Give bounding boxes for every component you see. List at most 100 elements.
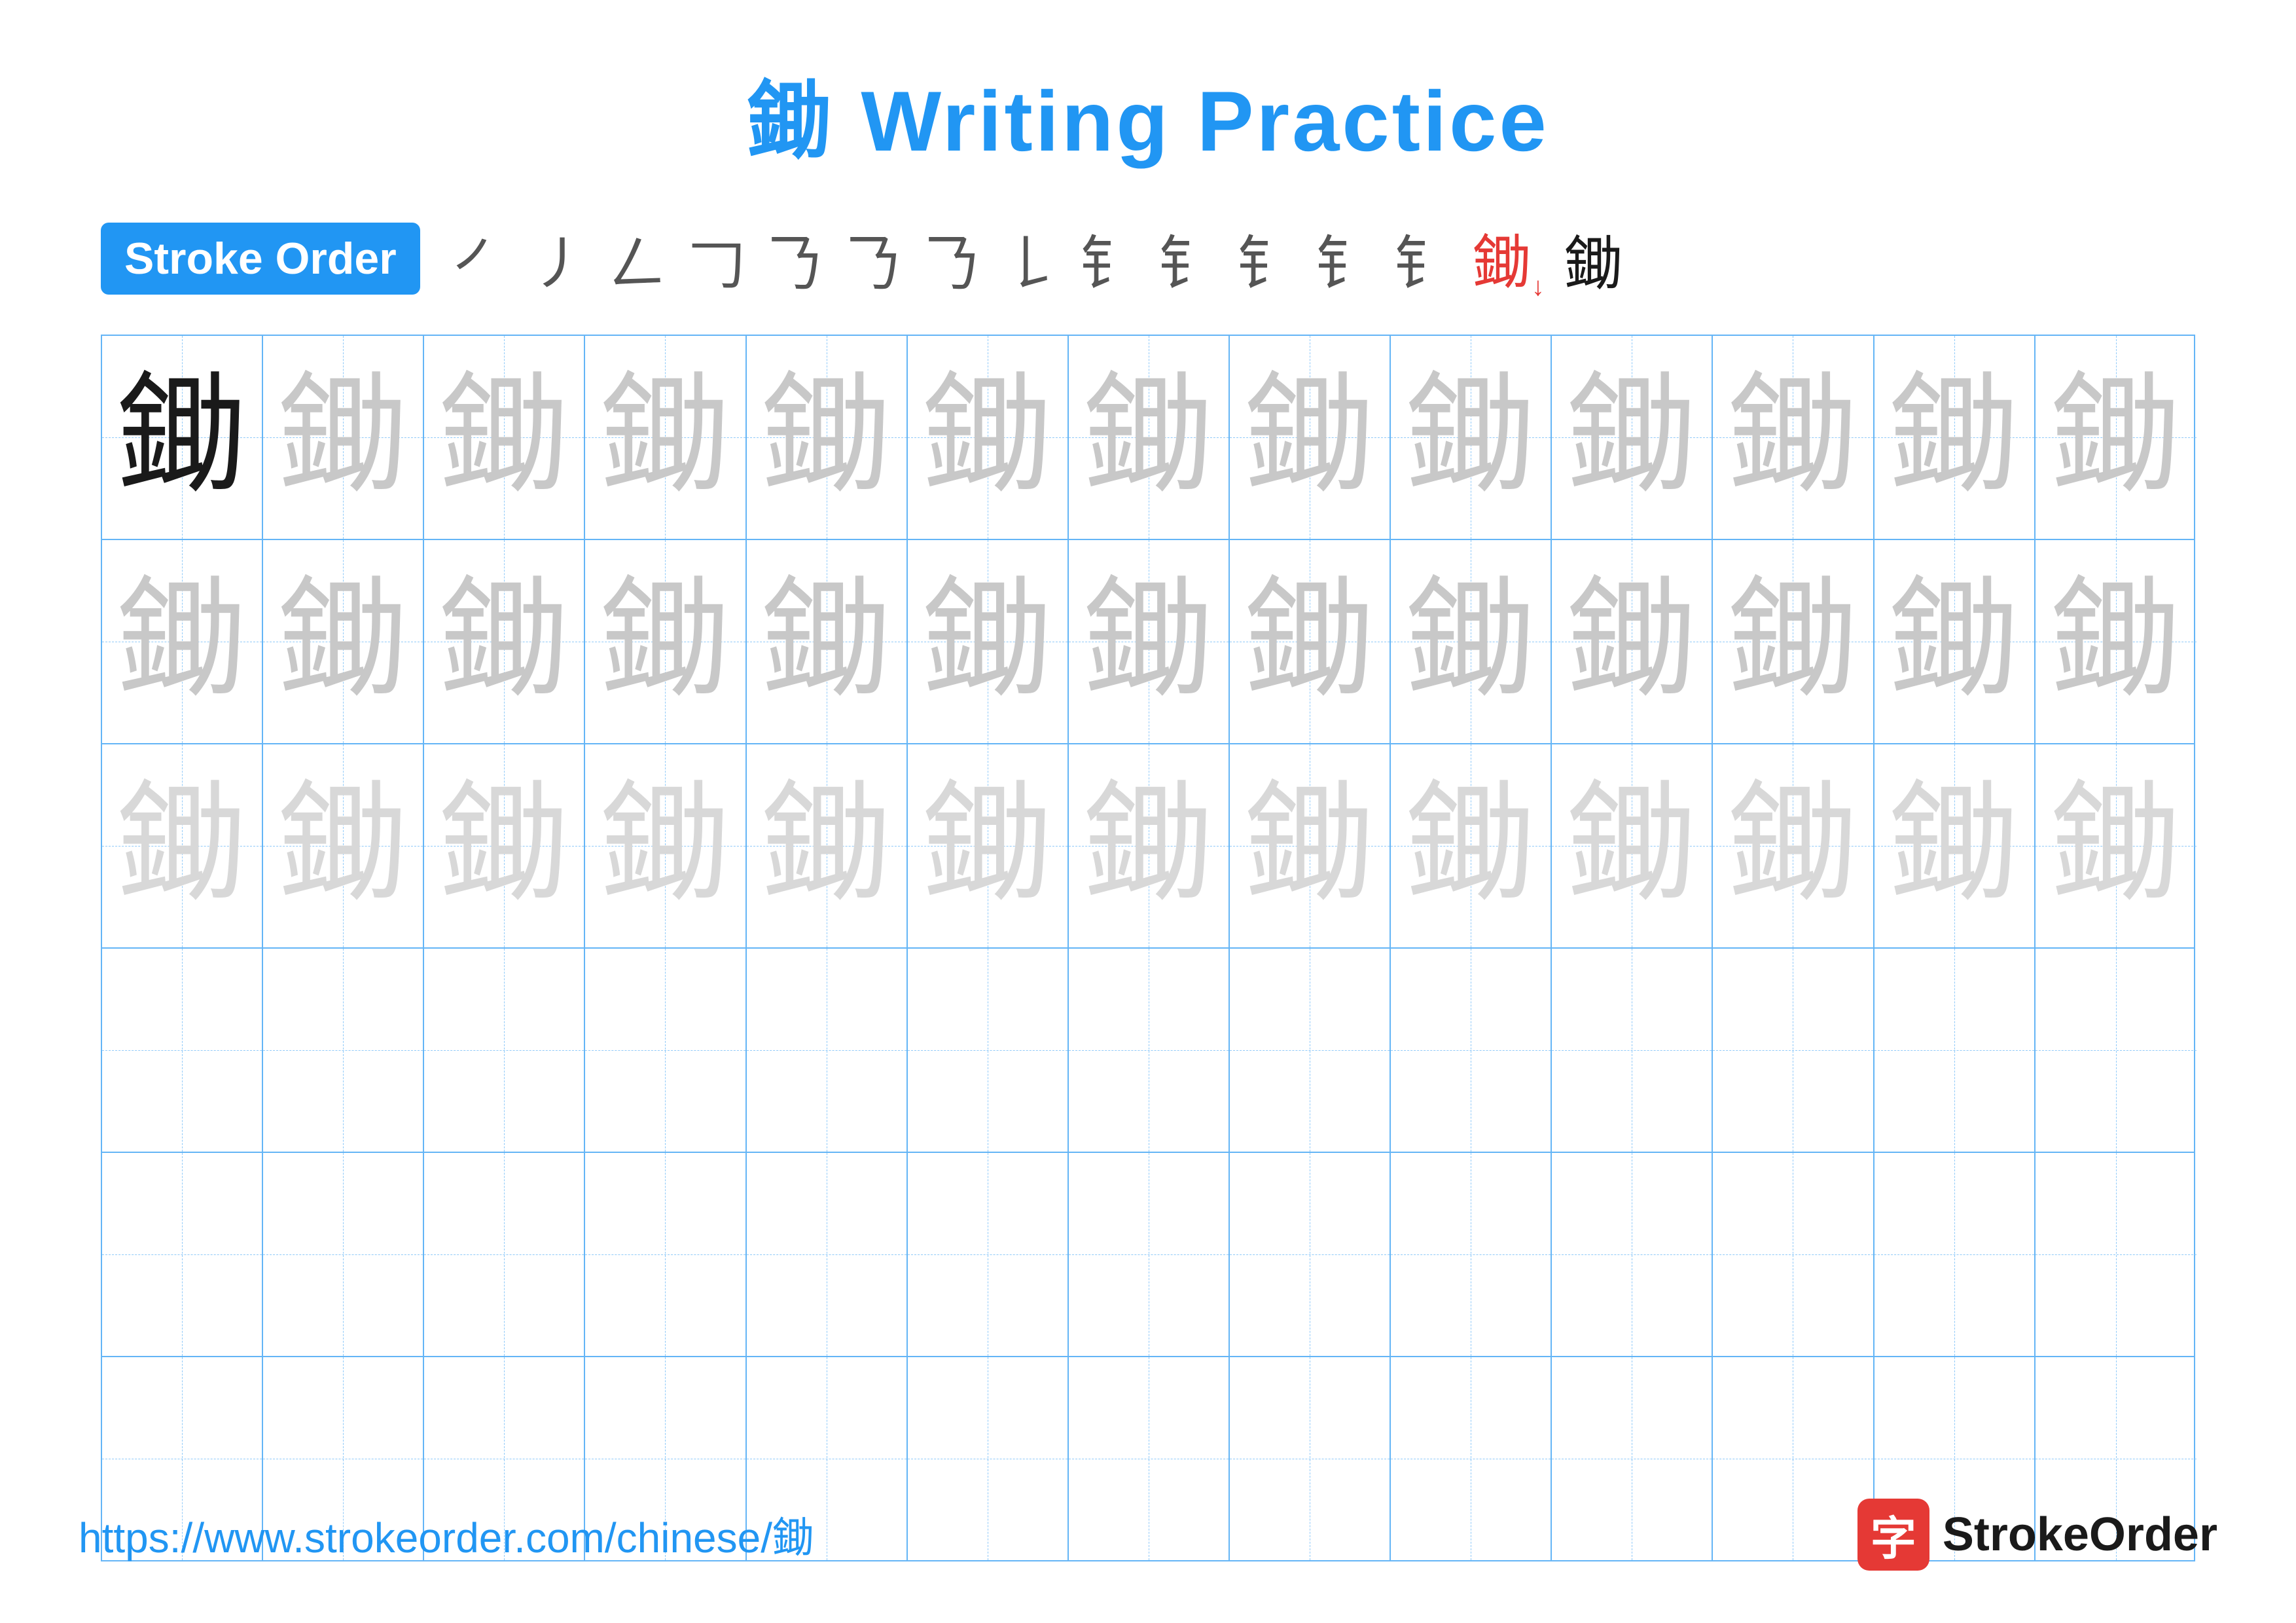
grid-cell-1-5[interactable]: 鋤 (747, 336, 908, 539)
grid-cell-3-10[interactable]: 鋤 (1552, 744, 1713, 947)
grid-cell-3-7[interactable]: 鋤 (1069, 744, 1230, 947)
grid-cell-5-11[interactable] (1713, 1153, 1874, 1356)
footer: https://www.strokeorder.com/chinese/鋤 字 … (0, 1499, 2296, 1571)
grid-cell-3-8[interactable]: 鋤 (1230, 744, 1391, 947)
grid-cell-5-4[interactable] (585, 1153, 746, 1356)
grid-cell-5-7[interactable] (1069, 1153, 1230, 1356)
grid-cell-4-7[interactable] (1069, 949, 1230, 1152)
grid-cell-5-5[interactable] (747, 1153, 908, 1356)
grid-cell-4-12[interactable] (1874, 949, 2036, 1152)
char-display: 鋤 (117, 780, 247, 911)
char-display: 鋤 (1727, 576, 1858, 707)
grid-cell-4-5[interactable] (747, 949, 908, 1152)
grid-cell-3-5[interactable]: 鋤 (747, 744, 908, 947)
char-display: 鋤 (117, 576, 247, 707)
grid-cell-4-8[interactable] (1230, 949, 1391, 1152)
grid-cell-1-12[interactable]: 鋤 (1874, 336, 2036, 539)
grid-cell-1-4[interactable]: 鋤 (585, 336, 746, 539)
grid-cell-4-10[interactable] (1552, 949, 1713, 1152)
grid-cell-5-9[interactable] (1391, 1153, 1552, 1356)
grid-cell-5-3[interactable] (424, 1153, 585, 1356)
grid-cell-1-10[interactable]: 鋤 (1552, 336, 1713, 539)
grid-cell-1-1[interactable]: 鋤 (102, 336, 263, 539)
grid-cell-3-9[interactable]: 鋤 (1391, 744, 1552, 947)
char-display: 鋤 (600, 576, 730, 707)
grid-cell-3-13[interactable]: 鋤 (2036, 744, 2197, 947)
grid-cell-3-3[interactable]: 鋤 (424, 744, 585, 947)
grid-cell-2-6[interactable]: 鋤 (908, 540, 1069, 743)
grid-cell-3-2[interactable]: 鋤 (263, 744, 424, 947)
grid-cell-5-8[interactable] (1230, 1153, 1391, 1356)
grid-cell-3-6[interactable]: 鋤 (908, 744, 1069, 947)
stroke-char-1: ㇒ (452, 216, 511, 301)
char-display: 鋤 (600, 780, 730, 911)
grid-cell-1-9[interactable]: 鋤 (1391, 336, 1552, 539)
char-display: 鋤 (1405, 780, 1536, 911)
grid-cell-2-4[interactable]: 鋤 (585, 540, 746, 743)
grid-row-3: 鋤 鋤 鋤 鋤 鋤 鋤 鋤 鋤 鋤 鋤 鋤 鋤 鋤 (102, 744, 2194, 949)
grid-cell-4-1[interactable] (102, 949, 263, 1152)
char-display: 鋤 (922, 372, 1053, 503)
grid-cell-3-4[interactable]: 鋤 (585, 744, 746, 947)
grid-cell-1-11[interactable]: 鋤 (1713, 336, 1874, 539)
stroke-char-9: 钅 (1080, 216, 1139, 301)
char-display: 鋤 (2051, 780, 2181, 911)
char-display: 鋤 (1405, 372, 1536, 503)
footer-url: https://www.strokeorder.com/chinese/鋤 (79, 1504, 814, 1565)
char-display: 鋤 (600, 372, 730, 503)
char-display: 鋤 (1727, 372, 1858, 503)
grid-cell-5-6[interactable] (908, 1153, 1069, 1356)
grid-cell-3-1[interactable]: 鋤 (102, 744, 263, 947)
grid-cell-5-1[interactable] (102, 1153, 263, 1356)
char-display: 鋤 (439, 372, 569, 503)
char-display: 鋤 (117, 372, 247, 503)
char-display: 鋤 (1244, 576, 1375, 707)
footer-brand-label: StrokeOrder (1943, 1508, 2217, 1561)
grid-cell-1-7[interactable]: 鋤 (1069, 336, 1230, 539)
grid-cell-1-6[interactable]: 鋤 (908, 336, 1069, 539)
stroke-char-6: 𠄎 (844, 216, 903, 301)
grid-cell-4-6[interactable] (908, 949, 1069, 1152)
grid-cell-2-5[interactable]: 鋤 (747, 540, 908, 743)
grid-cell-3-11[interactable]: 鋤 (1713, 744, 1874, 947)
grid-cell-2-2[interactable]: 鋤 (263, 540, 424, 743)
char-display: 鋤 (1889, 372, 2020, 503)
grid-cell-2-13[interactable]: 鋤 (2036, 540, 2197, 743)
grid-cell-2-7[interactable]: 鋤 (1069, 540, 1230, 743)
grid-cell-2-11[interactable]: 鋤 (1713, 540, 1874, 743)
grid-cell-2-12[interactable]: 鋤 (1874, 540, 2036, 743)
grid-cell-2-3[interactable]: 鋤 (424, 540, 585, 743)
stroke-char-5: 𠄎 (766, 216, 825, 301)
grid-cell-2-10[interactable]: 鋤 (1552, 540, 1713, 743)
stroke-char-11: 钅 (1237, 216, 1296, 301)
grid-cell-2-8[interactable]: 鋤 (1230, 540, 1391, 743)
stroke-char-4: 𠃌 (687, 216, 746, 301)
grid-cell-1-3[interactable]: 鋤 (424, 336, 585, 539)
char-display: 鋤 (1566, 780, 1697, 911)
grid-cell-5-12[interactable] (1874, 1153, 2036, 1356)
char-display: 鋤 (278, 372, 408, 503)
grid-cell-5-2[interactable] (263, 1153, 424, 1356)
stroke-char-7: 𠄎 (923, 216, 982, 301)
grid-cell-2-9[interactable]: 鋤 (1391, 540, 1552, 743)
grid-cell-4-9[interactable] (1391, 949, 1552, 1152)
grid-cell-1-13[interactable]: 鋤 (2036, 336, 2197, 539)
grid-cell-1-2[interactable]: 鋤 (263, 336, 424, 539)
char-display: 鋤 (1083, 372, 1214, 503)
grid-cell-5-13[interactable] (2036, 1153, 2197, 1356)
grid-cell-4-3[interactable] (424, 949, 585, 1152)
grid-cell-2-1[interactable]: 鋤 (102, 540, 263, 743)
char-display: 鋤 (2051, 576, 2181, 707)
practice-grid: 鋤 鋤 鋤 鋤 鋤 鋤 鋤 鋤 鋤 鋤 鋤 鋤 鋤 鋤 鋤 鋤 鋤 鋤 鋤 鋤 … (101, 335, 2195, 1561)
char-display: 鋤 (2051, 372, 2181, 503)
grid-cell-4-4[interactable] (585, 949, 746, 1152)
char-display: 鋤 (761, 372, 892, 503)
grid-cell-3-12[interactable]: 鋤 (1874, 744, 2036, 947)
grid-cell-4-11[interactable] (1713, 949, 1874, 1152)
grid-cell-1-8[interactable]: 鋤 (1230, 336, 1391, 539)
stroke-char-13: 钅 (1394, 216, 1453, 301)
grid-cell-4-2[interactable] (263, 949, 424, 1152)
grid-cell-4-13[interactable] (2036, 949, 2197, 1152)
grid-cell-5-10[interactable] (1552, 1153, 1713, 1356)
char-display: 鋤 (1083, 780, 1214, 911)
